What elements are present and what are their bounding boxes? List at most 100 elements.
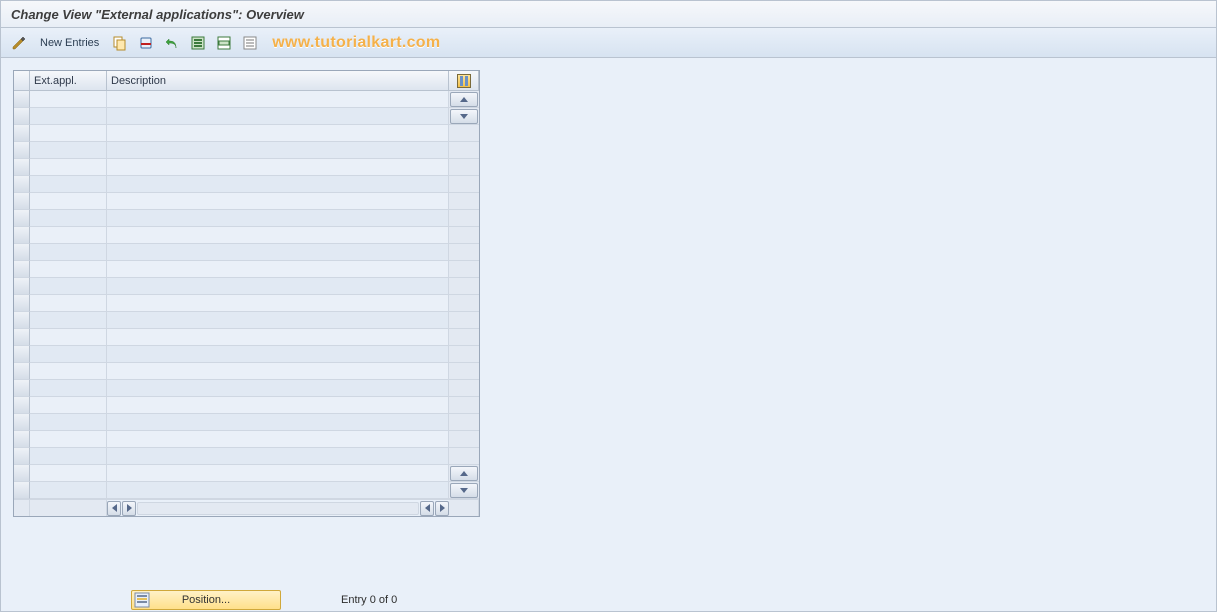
row-selector[interactable] bbox=[14, 142, 30, 159]
position-button-label: Position... bbox=[182, 594, 230, 606]
row-selector[interactable] bbox=[14, 329, 30, 346]
hscroll-track[interactable] bbox=[137, 502, 419, 515]
new-entries-button[interactable]: New Entries bbox=[33, 32, 106, 54]
cell-description[interactable] bbox=[107, 329, 449, 346]
toggle-change-icon[interactable] bbox=[7, 32, 31, 54]
cell-ext-appl[interactable] bbox=[30, 91, 107, 108]
toolbar: New Entries www.tutorialkart.com bbox=[0, 28, 1217, 58]
row-selector[interactable] bbox=[14, 125, 30, 142]
cell-ext-appl[interactable] bbox=[30, 193, 107, 210]
deselect-all-icon[interactable] bbox=[238, 32, 262, 54]
cell-ext-appl[interactable] bbox=[30, 414, 107, 431]
select-block-icon[interactable] bbox=[212, 32, 236, 54]
vscroll-up-icon[interactable] bbox=[449, 91, 479, 108]
cell-ext-appl[interactable] bbox=[30, 346, 107, 363]
row-selector[interactable] bbox=[14, 448, 30, 465]
cell-description[interactable] bbox=[107, 380, 449, 397]
cell-ext-appl[interactable] bbox=[30, 295, 107, 312]
row-selector[interactable] bbox=[14, 278, 30, 295]
cell-ext-appl[interactable] bbox=[30, 465, 107, 482]
cell-ext-appl[interactable] bbox=[30, 210, 107, 227]
footer: Position... Entry 0 of 0 bbox=[131, 589, 397, 611]
row-selector[interactable] bbox=[14, 312, 30, 329]
cell-description[interactable] bbox=[107, 346, 449, 363]
row-selector[interactable] bbox=[14, 346, 30, 363]
cell-ext-appl[interactable] bbox=[30, 108, 107, 125]
cell-description[interactable] bbox=[107, 125, 449, 142]
cell-description[interactable] bbox=[107, 482, 449, 499]
cell-description[interactable] bbox=[107, 397, 449, 414]
select-all-icon[interactable] bbox=[186, 32, 210, 54]
cell-description[interactable] bbox=[107, 261, 449, 278]
row-selector[interactable] bbox=[14, 193, 30, 210]
select-all-header[interactable] bbox=[14, 71, 30, 91]
undo-icon[interactable] bbox=[160, 32, 184, 54]
cell-ext-appl[interactable] bbox=[30, 448, 107, 465]
cell-description[interactable] bbox=[107, 193, 449, 210]
row-selector[interactable] bbox=[14, 210, 30, 227]
cell-description[interactable] bbox=[107, 91, 449, 108]
cell-ext-appl[interactable] bbox=[30, 142, 107, 159]
cell-description[interactable] bbox=[107, 159, 449, 176]
vscroll-track bbox=[449, 414, 479, 431]
cell-description[interactable] bbox=[107, 142, 449, 159]
hscroll-left-icon[interactable] bbox=[122, 501, 136, 516]
cell-description[interactable] bbox=[107, 465, 449, 482]
vscroll-track bbox=[449, 210, 479, 227]
cell-ext-appl[interactable] bbox=[30, 227, 107, 244]
row-selector[interactable] bbox=[14, 397, 30, 414]
cell-description[interactable] bbox=[107, 295, 449, 312]
row-selector[interactable] bbox=[14, 414, 30, 431]
cell-ext-appl[interactable] bbox=[30, 278, 107, 295]
cell-ext-appl[interactable] bbox=[30, 397, 107, 414]
delete-icon[interactable] bbox=[134, 32, 158, 54]
position-button[interactable]: Position... bbox=[131, 590, 281, 610]
row-selector[interactable] bbox=[14, 159, 30, 176]
cell-ext-appl[interactable] bbox=[30, 159, 107, 176]
cell-ext-appl[interactable] bbox=[30, 431, 107, 448]
row-selector[interactable] bbox=[14, 295, 30, 312]
cell-description[interactable] bbox=[107, 414, 449, 431]
cell-ext-appl[interactable] bbox=[30, 482, 107, 499]
table-settings-icon[interactable] bbox=[449, 71, 479, 91]
cell-description[interactable] bbox=[107, 108, 449, 125]
cell-ext-appl[interactable] bbox=[30, 329, 107, 346]
hscroll-right-end-icon[interactable] bbox=[435, 501, 449, 516]
cell-ext-appl[interactable] bbox=[30, 261, 107, 278]
cell-description[interactable] bbox=[107, 227, 449, 244]
row-selector[interactable] bbox=[14, 176, 30, 193]
row-selector[interactable] bbox=[14, 431, 30, 448]
cell-description[interactable] bbox=[107, 448, 449, 465]
cell-ext-appl[interactable] bbox=[30, 312, 107, 329]
cell-description[interactable] bbox=[107, 210, 449, 227]
cell-description[interactable] bbox=[107, 431, 449, 448]
row-selector[interactable] bbox=[14, 108, 30, 125]
row-selector[interactable] bbox=[14, 380, 30, 397]
hscroll-right-icon[interactable] bbox=[420, 501, 434, 516]
cell-description[interactable] bbox=[107, 176, 449, 193]
cell-description[interactable] bbox=[107, 244, 449, 261]
vscroll-up2-icon[interactable] bbox=[449, 465, 479, 482]
row-selector[interactable] bbox=[14, 465, 30, 482]
row-selector[interactable] bbox=[14, 227, 30, 244]
hscroll-left-start-icon[interactable] bbox=[107, 501, 121, 516]
row-selector[interactable] bbox=[14, 261, 30, 278]
cell-ext-appl[interactable] bbox=[30, 125, 107, 142]
cell-ext-appl[interactable] bbox=[30, 176, 107, 193]
cell-ext-appl[interactable] bbox=[30, 380, 107, 397]
cell-ext-appl[interactable] bbox=[30, 244, 107, 261]
row-selector[interactable] bbox=[14, 244, 30, 261]
cell-ext-appl[interactable] bbox=[30, 363, 107, 380]
vscroll-down-icon[interactable] bbox=[449, 108, 479, 125]
column-header-ext-appl[interactable]: Ext.appl. bbox=[30, 71, 107, 91]
row-selector[interactable] bbox=[14, 482, 30, 499]
copy-as-icon[interactable] bbox=[108, 32, 132, 54]
cell-description[interactable] bbox=[107, 363, 449, 380]
vscroll-down2-icon[interactable] bbox=[449, 482, 479, 499]
row-selector[interactable] bbox=[14, 363, 30, 380]
row-selector[interactable] bbox=[14, 91, 30, 108]
cell-description[interactable] bbox=[107, 312, 449, 329]
vscroll-track bbox=[449, 176, 479, 193]
column-header-description[interactable]: Description bbox=[107, 71, 449, 91]
cell-description[interactable] bbox=[107, 278, 449, 295]
